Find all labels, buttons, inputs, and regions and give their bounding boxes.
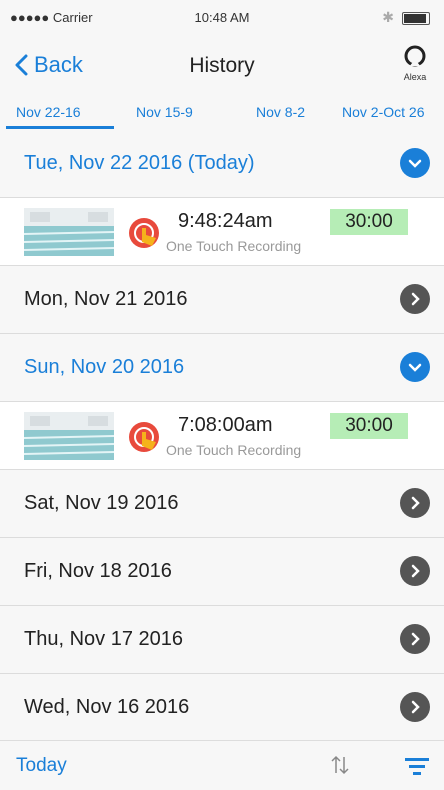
- tab-nov-2-oct-26[interactable]: Nov 2-Oct 26: [342, 104, 424, 120]
- day-row[interactable]: Mon, Nov 21 2016: [0, 266, 444, 334]
- recording-time: 7:08:00am: [178, 414, 273, 436]
- active-tab-indicator: [6, 126, 114, 129]
- chevron-right-icon[interactable]: [400, 284, 430, 314]
- week-tabs: Nov 22-16 Nov 15-9 Nov 8-2 Nov 2-Oct 26: [0, 98, 444, 131]
- day-date: Fri, Nov 18 2016: [24, 560, 172, 582]
- chevron-down-icon[interactable]: [400, 352, 430, 382]
- day-date: Sun, Nov 20 2016: [24, 356, 185, 378]
- alexa-icon: [404, 45, 426, 67]
- recording-row[interactable]: 7:08:00am One Touch Recording 30:00: [0, 402, 444, 470]
- alexa-label: Alexa: [403, 72, 427, 82]
- duration-badge: 30:00: [330, 209, 408, 235]
- recording-type: One Touch Recording: [166, 442, 302, 458]
- day-row[interactable]: Thu, Nov 17 2016: [0, 606, 444, 674]
- recording-row[interactable]: 9:48:24am One Touch Recording 30:00: [0, 198, 444, 266]
- chevron-right-icon[interactable]: [400, 488, 430, 518]
- day-row[interactable]: Sat, Nov 19 2016: [0, 470, 444, 538]
- status-bar: ●●●●● Carrier 10:48 AM ✱: [0, 0, 444, 36]
- tab-nov-22-16[interactable]: Nov 22-16: [16, 104, 81, 120]
- recording-thumbnail: [24, 208, 114, 256]
- chevron-right-icon[interactable]: [400, 692, 430, 722]
- back-chevron-icon: [15, 54, 28, 76]
- chevron-right-icon[interactable]: [400, 556, 430, 586]
- nav-bar: Back History Alexa: [0, 36, 444, 98]
- alexa-button[interactable]: Alexa: [398, 44, 432, 82]
- recording-type: One Touch Recording: [166, 238, 302, 254]
- day-row[interactable]: Sun, Nov 20 2016: [0, 334, 444, 402]
- chevron-down-icon[interactable]: [400, 148, 430, 178]
- day-row[interactable]: Fri, Nov 18 2016: [0, 538, 444, 606]
- bottom-toolbar: Today: [0, 740, 444, 790]
- sort-icon[interactable]: [328, 753, 352, 782]
- recording-thumbnail: [24, 412, 114, 460]
- back-label: Back: [34, 52, 83, 77]
- tab-nov-15-9[interactable]: Nov 15-9: [136, 104, 193, 120]
- recording-time: 9:48:24am: [178, 210, 273, 232]
- day-row-today[interactable]: Tue, Nov 22 2016 (Today): [0, 130, 444, 198]
- bluetooth-icon: ✱: [382, 9, 394, 25]
- day-date: Tue, Nov 22 2016 (Today): [24, 152, 255, 174]
- one-touch-icon: [128, 420, 164, 456]
- clock: 10:48 AM: [194, 10, 250, 25]
- duration-badge: 30:00: [330, 413, 408, 439]
- tab-nov-8-2[interactable]: Nov 8-2: [256, 104, 305, 120]
- battery-icon: [402, 12, 430, 25]
- day-date: Thu, Nov 17 2016: [24, 628, 183, 650]
- day-date: Mon, Nov 21 2016: [24, 288, 188, 310]
- back-button[interactable]: Back: [14, 52, 83, 78]
- day-date: Wed, Nov 16 2016: [24, 696, 190, 718]
- chevron-right-icon[interactable]: [400, 624, 430, 654]
- day-date: Sat, Nov 19 2016: [24, 492, 179, 514]
- today-button[interactable]: Today: [16, 755, 67, 777]
- one-touch-icon: [128, 216, 164, 252]
- filter-icon[interactable]: [404, 755, 430, 782]
- day-row[interactable]: Wed, Nov 16 2016: [0, 674, 444, 742]
